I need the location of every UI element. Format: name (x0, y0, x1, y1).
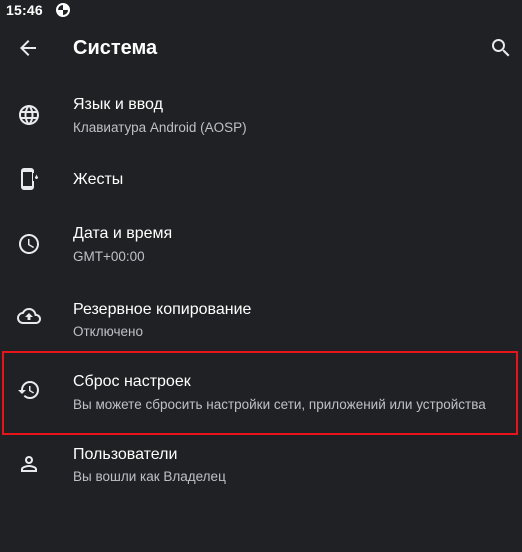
list-item-reset[interactable]: Сброс настроек Вы можете сбросить настро… (0, 352, 522, 436)
app-bar: Система (0, 20, 522, 78)
list-item-title: Язык и ввод (73, 96, 163, 113)
list-item-title: Жесты (73, 171, 124, 188)
person-icon (17, 452, 41, 476)
history-icon (17, 378, 41, 402)
list-item-title: Резервное копирование (73, 301, 252, 318)
list-item-users[interactable]: Пользователи Вы вошли как Владелец (0, 436, 522, 508)
list-item-subtitle: Клавиатура Android (AOSP) (73, 120, 247, 135)
list-item-subtitle: GMT+00:00 (73, 249, 145, 264)
list-item-datetime[interactable]: Дата и время GMT+00:00 (0, 210, 522, 280)
search-icon (489, 36, 513, 60)
list-item-gestures[interactable]: Жесты (0, 152, 522, 210)
list-item-language[interactable]: Язык и ввод Клавиатура Android (AOSP) (0, 78, 522, 152)
clock-icon (17, 232, 41, 256)
arrow-back-icon (16, 36, 40, 60)
list-item-subtitle: Вы можете сбросить настройки сети, прило… (73, 397, 486, 412)
list-item-title: Дата и время (73, 225, 173, 242)
data-saver-icon (56, 3, 70, 17)
phone-gesture-icon (17, 167, 41, 191)
list-item-title: Сброс настроек (73, 373, 191, 390)
globe-icon (17, 103, 41, 127)
list-item-title: Пользователи (73, 446, 178, 463)
status-bar: 15:46 (0, 0, 522, 20)
page-title: Система (73, 37, 158, 59)
search-button[interactable] (489, 36, 513, 60)
status-time: 15:46 (6, 2, 43, 18)
list-item-subtitle: Отключено (73, 324, 143, 339)
list-item-subtitle: Вы вошли как Владелец (73, 469, 226, 484)
cloud-upload-icon (17, 304, 41, 328)
back-button[interactable] (16, 36, 40, 60)
list-item-backup[interactable]: Резервное копирование Отключено (0, 280, 522, 352)
